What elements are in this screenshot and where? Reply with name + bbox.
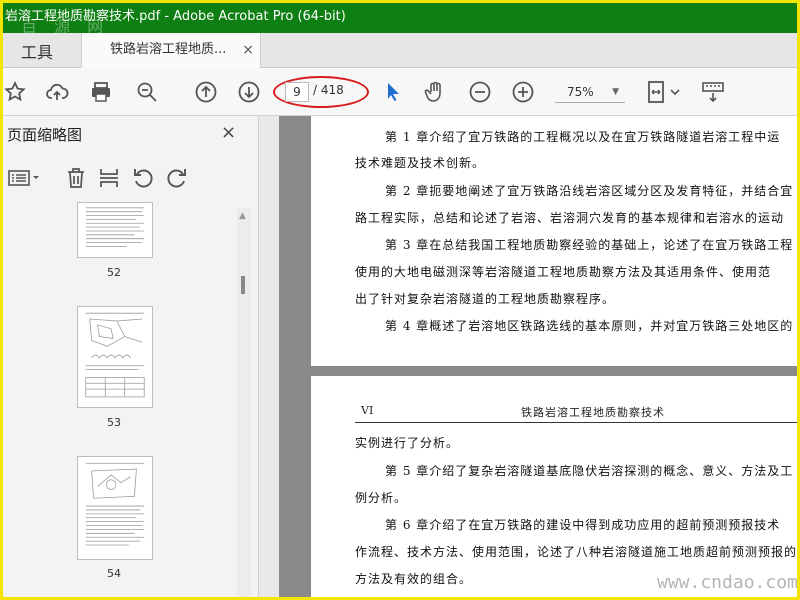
prev-page-icon[interactable]: [194, 80, 218, 104]
paragraph-chapter-1: 第 1 章介绍了宜万铁路的工程概况以及在宜万铁路隧道岩溶工程中运: [385, 130, 781, 144]
delete-icon[interactable]: [64, 166, 88, 190]
header-rule: [355, 422, 797, 423]
zoom-in-icon[interactable]: [511, 80, 535, 104]
thumbnail-label-54: 54: [107, 567, 121, 580]
thumbnail-label-53: 53: [107, 416, 121, 429]
select-arrow-icon[interactable]: [381, 80, 405, 104]
paragraph-chapter-2: 第 2 章扼要地阐述了宜万铁路沿线岩溶区域分区及发育特征，并结合宜: [385, 184, 794, 198]
tab-bar: 工具 铁路岩溶工程地质... ×: [3, 33, 797, 68]
paragraph-line: 路工程实际，总结和论述了岩溶、岩溶洞穴发育的基本规律和岩溶水的运动: [355, 211, 785, 225]
thumbnail-scrollbar[interactable]: [237, 208, 251, 597]
scrollbar-thumb[interactable]: [241, 276, 245, 294]
panel-toolbar: [3, 158, 259, 198]
pdf-page-lower: VI 铁路岩溶工程地质勘察技术 实例进行了分析。 第 5 章介绍了复杂岩溶隧道基…: [311, 376, 798, 597]
document-view: 第 1 章介绍了宜万铁路的工程概况以及在宜万铁路隧道岩溶工程中运 技术难题及技术…: [259, 116, 798, 597]
tab-document-label: 铁路岩溶工程地质...: [110, 42, 227, 57]
scroll-up-icon[interactable]: ▲: [239, 211, 246, 221]
paragraph-line: 出了针对复杂岩溶隧道的工程地质勘察程序。: [355, 292, 616, 306]
thumbnail-page-54[interactable]: [77, 456, 153, 560]
acrobat-window: 岩溶工程地质勘察技术.pdf - Adobe Acrobat Pro (64-b…: [0, 0, 800, 600]
page-header-title: 铁路岩溶工程地质勘察技术: [521, 406, 665, 419]
zoom-out-icon[interactable]: [468, 80, 492, 104]
thumbnail-label-52: 52: [107, 266, 121, 279]
page-number-input[interactable]: 9: [285, 82, 309, 102]
print-icon[interactable]: [89, 80, 113, 104]
page-margin-gutter: [279, 116, 311, 597]
thumbnail-list: 52 53 54: [3, 202, 239, 597]
paragraph-line: 实例进行了分析。: [355, 436, 460, 450]
watermark-bottom: www.cndao.com: [657, 572, 798, 593]
title-bar: 岩溶工程地质勘察技术.pdf - Adobe Acrobat Pro (64-b…: [3, 3, 797, 33]
chevron-down-icon: ▼: [612, 87, 619, 97]
thumbnail-page-53[interactable]: [77, 306, 153, 408]
bookmark-star-icon[interactable]: [3, 80, 27, 104]
panel-close-button[interactable]: ×: [221, 122, 236, 143]
keyboard-icon[interactable]: [701, 80, 725, 104]
paragraph-line: 例分析。: [355, 491, 408, 505]
thumbnail-page-52[interactable]: [77, 202, 153, 258]
tab-close-button[interactable]: ×: [242, 33, 254, 67]
hand-icon[interactable]: [423, 80, 447, 104]
paragraph-chapter-4: 第 4 章概述了岩溶地区铁路选线的基本原则，并对宜万铁路三处地区的: [385, 319, 794, 333]
paragraph-line: 使用的大地电磁测深等岩溶隧道工程地质勘察方法及其适用条件、使用范: [355, 265, 772, 279]
paragraph-line: 方法及有效的组合。: [355, 572, 473, 586]
next-page-icon[interactable]: [237, 80, 261, 104]
tab-tools[interactable]: 工具: [21, 39, 53, 63]
paragraph-chapter-6: 第 6 章介绍了在宜万铁路的建设中得到成功应用的超前预测预报技术: [385, 518, 781, 532]
rotate-cw-icon[interactable]: [165, 166, 189, 190]
paragraph-line: 技术难题及技术创新。: [355, 156, 486, 170]
splitter[interactable]: [259, 116, 279, 597]
page-header-number: VI: [361, 404, 374, 417]
tab-document[interactable]: 铁路岩溶工程地质... ×: [81, 33, 261, 68]
paragraph-line: 作流程、技术方法、使用范围，论述了八种岩溶隧道施工地质超前预测预报的: [355, 545, 798, 559]
rotate-ccw-icon[interactable]: [131, 166, 155, 190]
thumbnails-panel: 页面缩略图 × 52 53 54 ▲: [3, 116, 259, 597]
paragraph-chapter-3: 第 3 章在总结我国工程地质勘察经验的基础上，论述了在宜万铁路工程: [385, 238, 794, 252]
page-total-label: / 418: [313, 83, 344, 97]
pdf-page-upper: 第 1 章介绍了宜万铁路的工程概况以及在宜万铁路隧道岩溶工程中运 技术难题及技术…: [311, 116, 797, 366]
zoom-select[interactable]: 75% ▼: [555, 81, 625, 103]
insert-page-icon[interactable]: [97, 166, 121, 190]
zoom-search-icon[interactable]: [135, 80, 159, 104]
paragraph-chapter-5: 第 5 章介绍了复杂岩溶隧道基底隐伏岩溶探测的概念、意义、方法及工: [385, 464, 794, 478]
zoom-value: 75%: [567, 85, 594, 99]
toolbar: 9 / 418 75% ▼: [3, 68, 797, 116]
options-icon[interactable]: [7, 166, 43, 190]
fit-page-icon[interactable]: [647, 80, 683, 104]
page-gap: [311, 366, 797, 376]
panel-title: 页面缩略图: [7, 126, 83, 144]
cloud-upload-icon[interactable]: [45, 80, 69, 104]
